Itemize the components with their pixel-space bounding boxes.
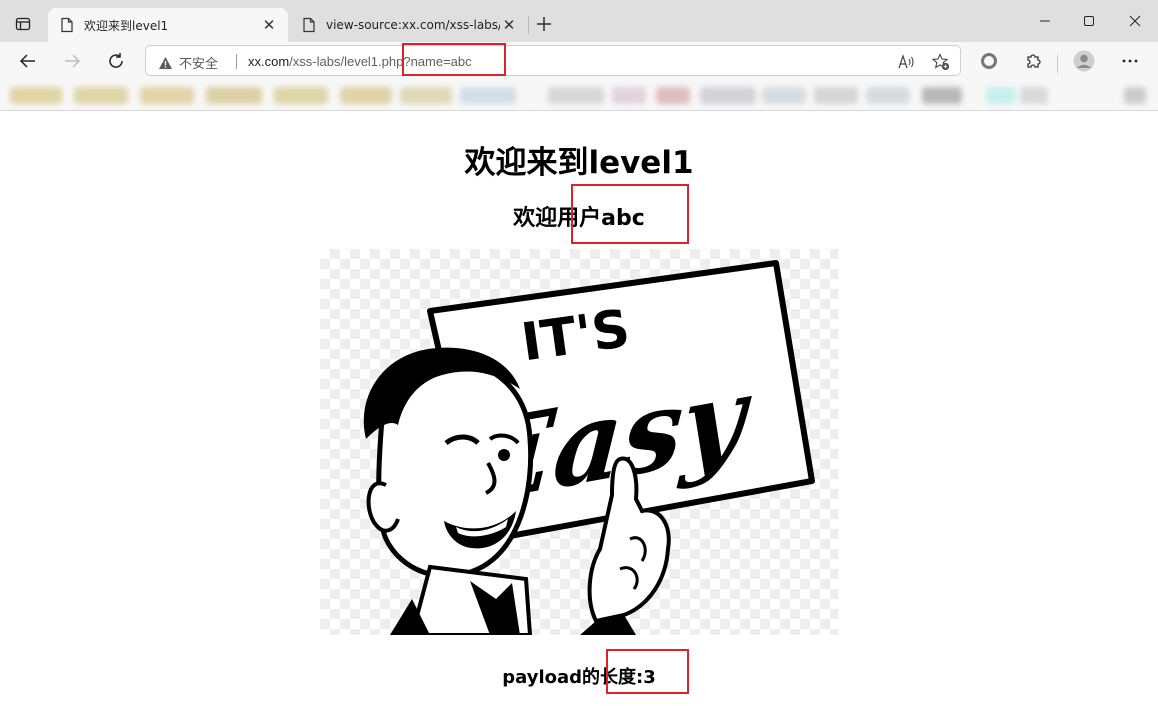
arrow-left-icon [19, 54, 35, 68]
security-indicator[interactable]: 不安全 [158, 53, 218, 72]
bookmark-item[interactable] [140, 87, 194, 104]
minimize-button[interactable] [1022, 0, 1068, 42]
bookmark-item[interactable] [1020, 87, 1048, 104]
arrow-right-icon [65, 54, 81, 68]
document-icon [61, 17, 73, 33]
back-button[interactable] [13, 46, 43, 76]
payload-length-text: payload的长度:3 [502, 667, 656, 688]
more-icon [1122, 59, 1138, 63]
bookmark-item[interactable] [400, 87, 452, 104]
warning-icon [159, 56, 172, 69]
tab-bar: 欢迎来到level1 ✕ view-source:xx.com/xss-labs… [0, 0, 1158, 42]
tab-actions-icon [15, 17, 31, 31]
page-heading: 欢迎来到level1 [464, 145, 694, 181]
bookmark-item[interactable] [762, 87, 806, 104]
bookmark-item[interactable] [10, 87, 62, 104]
bookmark-item[interactable] [1124, 87, 1146, 104]
forward-button[interactable] [57, 46, 87, 76]
avatar-icon [1073, 50, 1095, 72]
add-favorite-button[interactable] [930, 51, 952, 73]
bookmark-item[interactable] [866, 87, 910, 104]
close-tab-icon[interactable]: ✕ [500, 16, 518, 34]
url-param-highlight-box [402, 43, 506, 76]
bookmark-item[interactable] [460, 87, 516, 104]
read-aloud-button[interactable] [896, 51, 918, 73]
tab-title: 欢迎来到level1 [84, 18, 169, 33]
toolbar: 不安全 xx.com/xss-labs/level1.php?name=abc [0, 42, 1158, 80]
toolbar-divider [1057, 55, 1058, 73]
tab-divider [528, 16, 529, 34]
its-easy-illustration: IT'S Easy [363, 260, 815, 635]
refresh-icon [109, 53, 123, 68]
bookmark-item[interactable] [548, 87, 604, 104]
new-tab-button[interactable] [532, 12, 556, 36]
bookmark-item[interactable] [340, 87, 392, 104]
more-menu-button[interactable] [1115, 46, 1145, 76]
url-host: xx.com [248, 54, 290, 69]
maximize-button[interactable] [1066, 0, 1112, 42]
close-window-button[interactable] [1112, 0, 1158, 42]
extension-button[interactable] [974, 46, 1004, 76]
close-icon [1129, 15, 1141, 27]
circle-icon [981, 53, 997, 69]
minimize-icon [1040, 20, 1050, 22]
bookmark-item[interactable] [274, 87, 328, 104]
read-aloud-icon [898, 54, 914, 69]
tab-actions-button[interactable] [8, 9, 38, 39]
close-tab-icon[interactable]: ✕ [260, 16, 278, 34]
its-easy-image: IT'S Easy [320, 249, 838, 635]
username-highlight-box [571, 184, 689, 244]
bookmarks-bar [0, 80, 1158, 111]
bookmark-item[interactable] [814, 87, 858, 104]
tab-level1[interactable]: 欢迎来到level1 ✕ [48, 8, 288, 42]
bookmark-item[interactable] [700, 87, 756, 104]
address-divider [236, 54, 237, 69]
security-label: 不安全 [179, 57, 219, 72]
maximize-icon [1084, 16, 1094, 26]
bookmark-item[interactable] [74, 87, 128, 104]
bookmark-item[interactable] [986, 87, 1016, 104]
bookmark-item[interactable] [922, 87, 962, 104]
tab-title: view-source:xx.com/xss-labs/leve [326, 18, 500, 32]
address-bar[interactable]: 不安全 xx.com/xss-labs/level1.php?name=abc [145, 45, 961, 76]
payload-length-highlight-box [606, 649, 689, 694]
bookmark-item[interactable] [612, 87, 646, 104]
tab-view-source[interactable]: view-source:xx.com/xss-labs/leve ✕ [290, 8, 528, 42]
plus-icon [537, 17, 551, 31]
extensions-button[interactable] [1019, 46, 1049, 76]
bookmark-item[interactable] [656, 87, 690, 104]
puzzle-icon [1027, 54, 1041, 68]
profile-button[interactable] [1069, 46, 1099, 76]
refresh-button[interactable] [101, 46, 131, 76]
bookmark-item[interactable] [206, 87, 262, 104]
star-add-icon [932, 53, 950, 71]
document-icon [303, 17, 315, 33]
